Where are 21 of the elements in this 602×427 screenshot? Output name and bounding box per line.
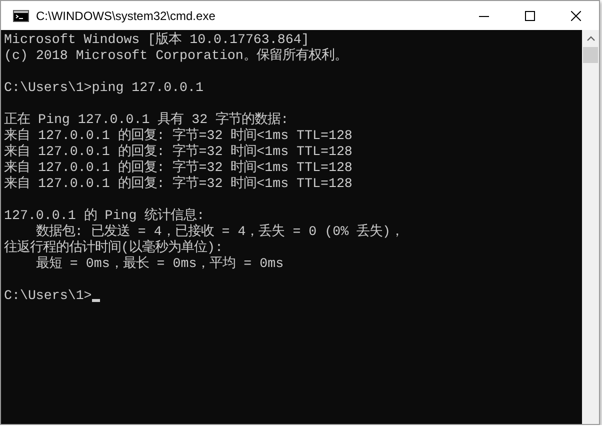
- console-line: 最短 = 0ms，最长 = 0ms，平均 = 0ms: [34, 256, 284, 272]
- console-line: C:\Users\1>ping 127.0.0.1: [4, 80, 204, 96]
- console-line: 来自 127.0.0.1 的回复: 字节=32 时间<1ms TTL=128: [4, 176, 352, 192]
- console-line: 来自 127.0.0.1 的回复: 字节=32 时间<1ms TTL=128: [4, 160, 352, 176]
- console-line: (c) 2018 Microsoft Corporation。保留所有权利。: [4, 48, 348, 64]
- console-line: 正在 Ping 127.0.0.1 具有 32 字节的数据:: [4, 112, 289, 128]
- scrollbar-thumb[interactable]: [583, 47, 598, 63]
- console-line: C:\Users\1>: [4, 288, 92, 304]
- window-title: C:\WINDOWS\system32\cmd.exe: [36, 8, 216, 22]
- caret-up-icon: [586, 36, 594, 41]
- scrollbar[interactable]: [582, 30, 599, 424]
- console-icon: [13, 10, 29, 22]
- console-line: 数据包: 已发送 = 4，已接收 = 4，丢失 = 0 (0% 丢失)，: [34, 224, 404, 240]
- console-line: 来自 127.0.0.1 的回复: 字节=32 时间<1ms TTL=128: [4, 144, 352, 160]
- console-line: 127.0.0.1 的 Ping 统计信息:: [4, 208, 205, 224]
- console-line: 往返行程的估计时间(以毫秒为单位):: [4, 240, 223, 256]
- console-line: Microsoft Windows [版本 10.0.17763.864]: [4, 32, 310, 48]
- console-line: 来自 127.0.0.1 的回复: 字节=32 时间<1ms TTL=128: [4, 128, 352, 144]
- close-icon: [571, 10, 581, 20]
- maximize-icon: [525, 10, 535, 20]
- text-cursor: [92, 299, 100, 302]
